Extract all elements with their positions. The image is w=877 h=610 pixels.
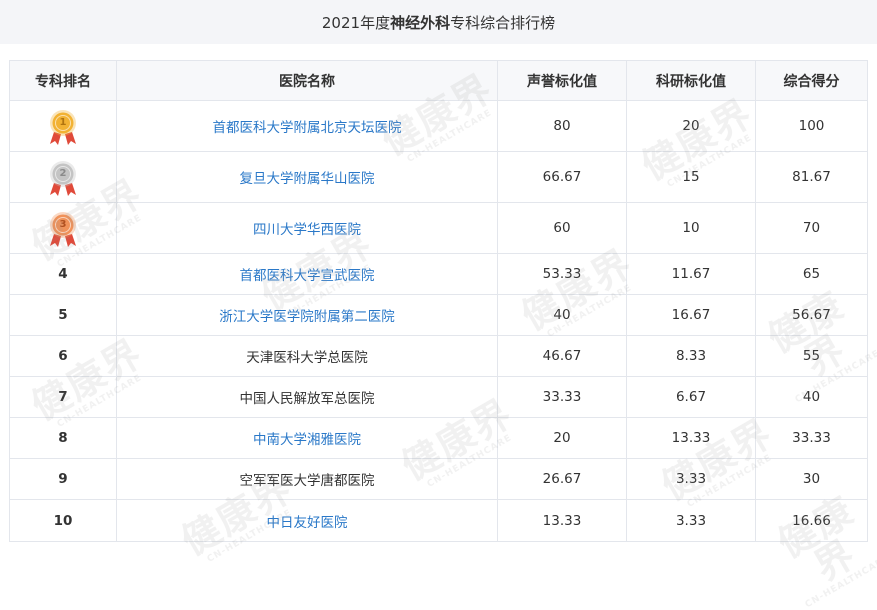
rank-cell: 6 bbox=[9, 335, 117, 377]
title-specialty: 神经外科 bbox=[390, 13, 451, 32]
table-row: 1 首都医科大学附属北京天坛医院 80 20 100 bbox=[9, 100, 868, 152]
total-score-cell: 30 bbox=[755, 458, 868, 500]
page-title: 2021年度 神经外科 专科综合排行榜 bbox=[0, 0, 877, 44]
watermark-subtext: CN-HEALTHCARE bbox=[803, 553, 877, 610]
rank-cell: 3 bbox=[9, 202, 117, 254]
table-row: 6 天津医科大学总医院 46.67 8.33 55 bbox=[9, 335, 868, 377]
research-score-cell: 15 bbox=[626, 151, 756, 203]
total-score-cell: 65 bbox=[755, 253, 868, 295]
title-suffix: 专科综合排行榜 bbox=[450, 13, 556, 32]
table-row: 5 浙江大学医学院附属第二医院 40 16.67 56.67 bbox=[9, 294, 868, 336]
ranking-table: 专科排名 医院名称 声誉标化值 科研标化值 综合得分 1 首都医科大学附属北京天坛… bbox=[9, 60, 868, 542]
reputation-score-cell: 13.33 bbox=[497, 499, 627, 542]
reputation-score-cell: 53.33 bbox=[497, 253, 627, 295]
hospital-link[interactable]: 首都医科大学宣武医院 bbox=[116, 253, 498, 295]
rank-cell: 4 bbox=[9, 253, 117, 295]
gold-medal-icon: 1 bbox=[46, 106, 80, 146]
title-prefix: 2021年度 bbox=[321, 13, 391, 32]
hospital-link[interactable]: 复旦大学附属华山医院 bbox=[116, 151, 498, 203]
total-score-cell: 16.66 bbox=[755, 499, 868, 542]
rank-cell: 2 bbox=[9, 151, 117, 203]
research-score-cell: 20 bbox=[626, 100, 756, 152]
rank-cell: 1 bbox=[9, 100, 117, 152]
rank-cell: 7 bbox=[9, 376, 117, 418]
reputation-score-cell: 80 bbox=[497, 100, 627, 152]
research-score-cell: 8.33 bbox=[626, 335, 756, 377]
column-header-research: 科研标化值 bbox=[626, 60, 756, 101]
hospital-name: 空军军医大学唐都医院 bbox=[116, 458, 498, 500]
total-score-cell: 55 bbox=[755, 335, 868, 377]
rank-cell: 5 bbox=[9, 294, 117, 336]
hospital-name: 天津医科大学总医院 bbox=[116, 335, 498, 377]
research-score-cell: 16.67 bbox=[626, 294, 756, 336]
total-score-cell: 40 bbox=[755, 376, 868, 418]
column-header-reputation: 声誉标化值 bbox=[497, 60, 627, 101]
table-row: 4 首都医科大学宣武医院 53.33 11.67 65 bbox=[9, 253, 868, 295]
rank-cell: 8 bbox=[9, 417, 117, 459]
rank-number: 1 bbox=[59, 117, 67, 128]
total-score-cell: 33.33 bbox=[755, 417, 868, 459]
total-score-cell: 100 bbox=[755, 100, 868, 152]
total-score-cell: 56.67 bbox=[755, 294, 868, 336]
column-header-rank: 专科排名 bbox=[9, 60, 117, 101]
rank-cell: 10 bbox=[9, 499, 117, 542]
total-score-cell: 81.67 bbox=[755, 151, 868, 203]
hospital-name: 中国人民解放军总医院 bbox=[116, 376, 498, 418]
rank-number: 2 bbox=[59, 168, 67, 179]
table-row: 10 中日友好医院 13.33 3.33 16.66 bbox=[9, 499, 868, 542]
reputation-score-cell: 60 bbox=[497, 202, 627, 254]
total-score-cell: 70 bbox=[755, 202, 868, 254]
bronze-medal-icon: 3 bbox=[46, 208, 80, 248]
reputation-score-cell: 33.33 bbox=[497, 376, 627, 418]
rank-number: 3 bbox=[59, 219, 67, 230]
table-row: 9 空军军医大学唐都医院 26.67 3.33 30 bbox=[9, 458, 868, 500]
table-header-row: 专科排名 医院名称 声誉标化值 科研标化值 综合得分 bbox=[9, 60, 868, 101]
rank-cell: 9 bbox=[9, 458, 117, 500]
hospital-link[interactable]: 中日友好医院 bbox=[116, 499, 498, 542]
reputation-score-cell: 20 bbox=[497, 417, 627, 459]
silver-medal-icon: 2 bbox=[46, 157, 80, 197]
column-header-hospital: 医院名称 bbox=[116, 60, 498, 101]
table-row: 3 四川大学华西医院 60 10 70 bbox=[9, 202, 868, 254]
hospital-link[interactable]: 首都医科大学附属北京天坛医院 bbox=[116, 100, 498, 152]
research-score-cell: 13.33 bbox=[626, 417, 756, 459]
reputation-score-cell: 46.67 bbox=[497, 335, 627, 377]
research-score-cell: 3.33 bbox=[626, 458, 756, 500]
hospital-link[interactable]: 中南大学湘雅医院 bbox=[116, 417, 498, 459]
hospital-link[interactable]: 四川大学华西医院 bbox=[116, 202, 498, 254]
table-row: 2 复旦大学附属华山医院 66.67 15 81.67 bbox=[9, 151, 868, 203]
column-header-total: 综合得分 bbox=[755, 60, 868, 101]
reputation-score-cell: 26.67 bbox=[497, 458, 627, 500]
research-score-cell: 6.67 bbox=[626, 376, 756, 418]
table-row: 7 中国人民解放军总医院 33.33 6.67 40 bbox=[9, 376, 868, 418]
reputation-score-cell: 40 bbox=[497, 294, 627, 336]
hospital-link[interactable]: 浙江大学医学院附属第二医院 bbox=[116, 294, 498, 336]
research-score-cell: 3.33 bbox=[626, 499, 756, 542]
research-score-cell: 10 bbox=[626, 202, 756, 254]
reputation-score-cell: 66.67 bbox=[497, 151, 627, 203]
research-score-cell: 11.67 bbox=[626, 253, 756, 295]
table-row: 8 中南大学湘雅医院 20 13.33 33.33 bbox=[9, 417, 868, 459]
